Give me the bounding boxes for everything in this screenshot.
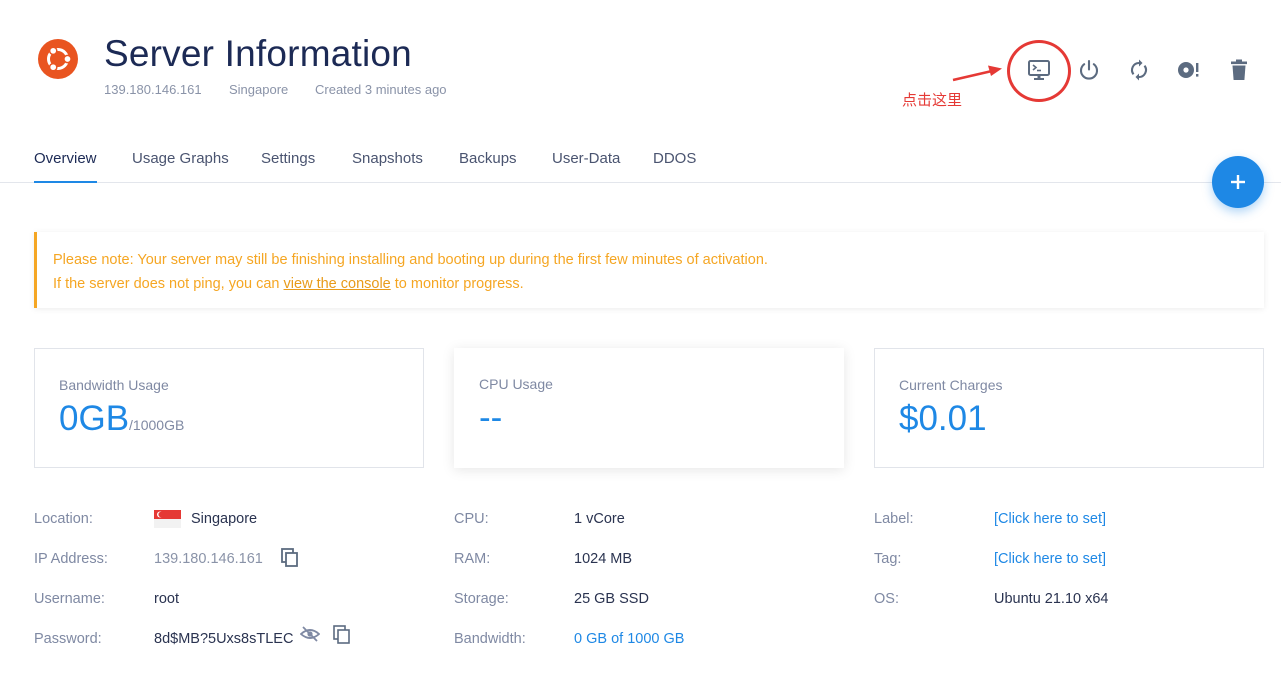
- power-icon: [1079, 59, 1099, 80]
- ram-label: RAM:: [454, 551, 491, 567]
- set-label-link[interactable]: [Click here to set]: [994, 511, 1106, 527]
- delete-button[interactable]: [1224, 55, 1254, 85]
- tab-bar: Overview Usage Graphs Settings Snapshots…: [0, 140, 1281, 183]
- ubuntu-logo-icon: [38, 39, 78, 79]
- copy-password-icon[interactable]: [333, 625, 351, 645]
- bandwidth-value-link[interactable]: 0 GB of 1000 GB: [574, 631, 684, 647]
- label-label: Label:: [874, 511, 914, 527]
- tab-ddos[interactable]: DDOS: [653, 150, 696, 183]
- hide-password-icon[interactable]: [300, 626, 320, 642]
- cpu-value: 1 vCore: [574, 511, 625, 527]
- cpu-card-label: CPU Usage: [479, 376, 553, 392]
- trash-icon: [1231, 59, 1247, 80]
- restart-button[interactable]: [1124, 55, 1154, 85]
- ip-label: IP Address:: [34, 551, 108, 567]
- username-value: root: [154, 591, 179, 607]
- password-label: Password:: [34, 631, 102, 647]
- reinstall-button[interactable]: [1174, 55, 1204, 85]
- ip-value: 139.180.146.161: [154, 551, 263, 567]
- storage-value: 25 GB SSD: [574, 591, 649, 607]
- charges-card: Current Charges $0.01: [874, 348, 1264, 468]
- os-label: OS:: [874, 591, 899, 607]
- highlight-circle: [1007, 40, 1071, 102]
- cpu-label: CPU:: [454, 511, 489, 527]
- bandwidth-card-label: Bandwidth Usage: [59, 377, 169, 393]
- plus-icon: [1231, 175, 1245, 189]
- set-tag-link[interactable]: [Click here to set]: [994, 551, 1106, 567]
- location-label: Location:: [34, 511, 93, 527]
- tab-usage-graphs[interactable]: Usage Graphs: [132, 150, 229, 183]
- storage-label: Storage:: [454, 591, 509, 607]
- location-value: Singapore: [191, 511, 258, 527]
- power-button[interactable]: [1074, 55, 1104, 85]
- username-label: Username:: [34, 591, 105, 607]
- os-value: Ubuntu 21.10 x64: [994, 591, 1109, 607]
- notice-banner: Please note: Your server may still be fi…: [34, 232, 1264, 308]
- cpu-card-value: --: [479, 398, 503, 437]
- add-button[interactable]: [1212, 156, 1264, 208]
- cpu-card: CPU Usage --: [454, 348, 844, 468]
- notice-line-2: If the server does not ping, you can vie…: [53, 276, 524, 292]
- bandwidth-label: Bandwidth:: [454, 631, 526, 647]
- header-created: Created 3 minutes ago: [315, 82, 447, 97]
- tab-user-data[interactable]: User-Data: [552, 150, 620, 183]
- ram-value: 1024 MB: [574, 551, 633, 567]
- charges-card-value: $0.01: [899, 399, 987, 438]
- bandwidth-card-value: 0GB/1000GB: [59, 399, 185, 438]
- header-location: Singapore: [229, 82, 289, 97]
- view-console-link[interactable]: view the console: [284, 276, 391, 292]
- page-title: Server Information: [104, 33, 412, 74]
- disc-reinstall-icon: [1178, 62, 1199, 78]
- restart-icon: [1131, 59, 1147, 81]
- tab-snapshots[interactable]: Snapshots: [352, 150, 423, 183]
- bandwidth-card: Bandwidth Usage 0GB/1000GB: [34, 348, 424, 468]
- tag-label: Tag:: [874, 551, 902, 567]
- hint-text: 点击这里: [902, 91, 963, 109]
- tab-overview[interactable]: Overview: [34, 150, 97, 183]
- singapore-flag-icon: [154, 510, 181, 528]
- tab-settings[interactable]: Settings: [261, 150, 315, 183]
- arrow-icon: [952, 65, 1002, 82]
- header-ip: 139.180.146.161: [104, 82, 202, 97]
- notice-line-1: Please note: Your server may still be fi…: [53, 252, 768, 268]
- password-value: 8d$MB?5Uxs8sTLEC: [154, 631, 294, 647]
- bandwidth-card-unit: /1000GB: [129, 417, 185, 433]
- tab-backups[interactable]: Backups: [459, 150, 517, 183]
- charges-card-label: Current Charges: [899, 377, 1003, 393]
- copy-ip-icon[interactable]: [281, 548, 299, 568]
